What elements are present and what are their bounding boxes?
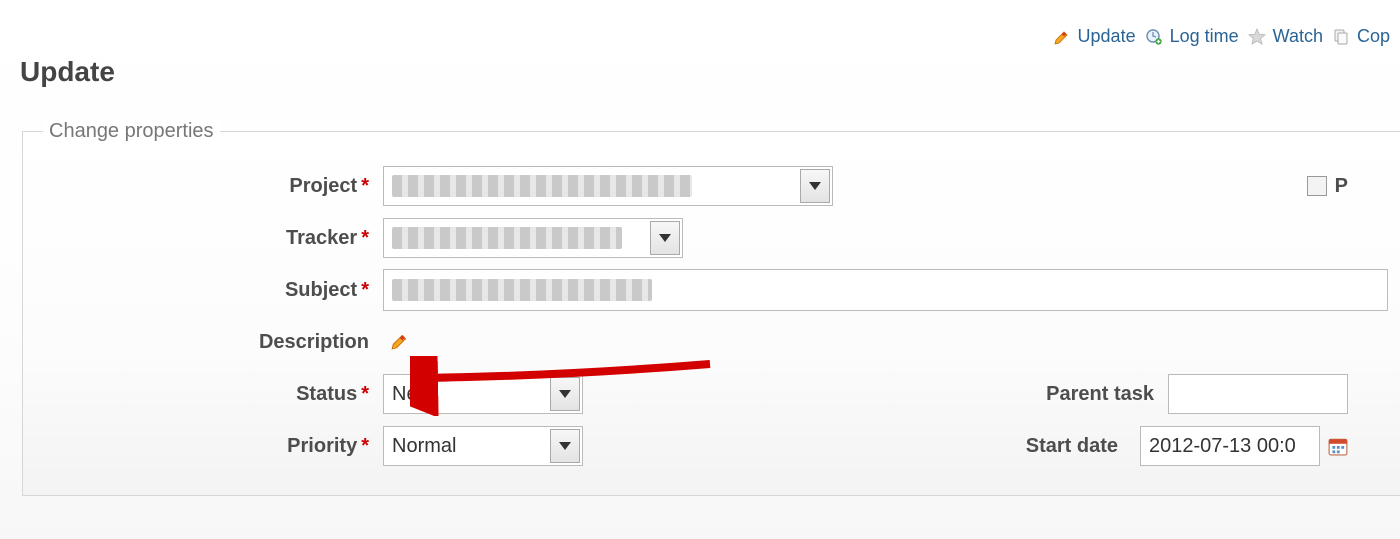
subject-input[interactable] bbox=[383, 269, 1388, 311]
label-description-text: Description bbox=[259, 331, 369, 353]
start-date-input[interactable]: 2012-07-13 00:0 bbox=[1140, 426, 1320, 466]
clock-plus-icon bbox=[1144, 27, 1164, 47]
row-tracker: Tracker* bbox=[43, 215, 1388, 261]
watch-link[interactable]: Watch bbox=[1247, 26, 1323, 47]
project-select-value bbox=[392, 175, 692, 197]
log-time-link[interactable]: Log time bbox=[1144, 26, 1239, 47]
label-priority-text: Priority bbox=[287, 435, 357, 457]
row-status-parent: Status* New Parent task bbox=[43, 371, 1388, 417]
priority-select[interactable]: Normal bbox=[383, 426, 583, 466]
private-checkbox[interactable] bbox=[1307, 176, 1327, 196]
required-star: * bbox=[361, 175, 369, 197]
watch-link-label: Watch bbox=[1273, 26, 1323, 47]
start-date-value: 2012-07-13 00:0 bbox=[1149, 435, 1296, 458]
copy-link-label: Cop bbox=[1357, 26, 1390, 47]
contextual-action-bar: Update Log time Watch bbox=[1052, 26, 1390, 47]
parent-task-chunk: Parent task bbox=[1046, 374, 1388, 414]
edit-description-button[interactable] bbox=[391, 332, 411, 352]
required-star: * bbox=[361, 435, 369, 457]
label-project-text: Project bbox=[289, 175, 357, 197]
label-subject: Subject* bbox=[43, 279, 383, 302]
copy-icon bbox=[1331, 27, 1351, 47]
start-date-chunk: Start date 2012-07-13 00:0 bbox=[1026, 426, 1388, 466]
page-title: Update bbox=[20, 56, 115, 88]
priority-chunk: Priority* Normal bbox=[43, 426, 583, 466]
dropdown-arrow-icon bbox=[550, 429, 580, 463]
dropdown-arrow-icon bbox=[800, 169, 830, 203]
star-icon bbox=[1247, 27, 1267, 47]
log-time-link-label: Log time bbox=[1170, 26, 1239, 47]
tracker-select-value bbox=[392, 227, 622, 249]
project-select[interactable] bbox=[383, 166, 833, 206]
required-star: * bbox=[361, 279, 369, 301]
label-tracker-text: Tracker bbox=[286, 227, 357, 249]
row-priority-startdate: Priority* Normal Start date 2012-07-13 0… bbox=[43, 423, 1388, 469]
private-chunk: P bbox=[1307, 163, 1348, 209]
dropdown-arrow-icon bbox=[550, 377, 580, 411]
required-star: * bbox=[361, 383, 369, 405]
update-link-label: Update bbox=[1078, 26, 1136, 47]
label-status: Status* bbox=[43, 383, 383, 406]
label-start-date: Start date bbox=[1026, 435, 1118, 458]
parent-task-input[interactable] bbox=[1168, 374, 1348, 414]
priority-select-value: Normal bbox=[392, 435, 456, 458]
status-select[interactable]: New bbox=[383, 374, 583, 414]
update-link[interactable]: Update bbox=[1052, 26, 1136, 47]
label-status-text: Status bbox=[296, 383, 357, 405]
status-chunk: Status* New bbox=[43, 374, 583, 414]
calendar-icon[interactable] bbox=[1328, 436, 1348, 456]
dropdown-arrow-icon bbox=[650, 221, 680, 255]
label-subject-text: Subject bbox=[285, 279, 357, 301]
label-description: Description bbox=[43, 331, 383, 354]
row-subject: Subject* bbox=[43, 267, 1388, 313]
tracker-select[interactable] bbox=[383, 218, 683, 258]
row-description: Description bbox=[43, 319, 1388, 365]
change-properties-fieldset: Change properties Project* P Tracker* bbox=[22, 120, 1400, 496]
label-parent-task: Parent task bbox=[1046, 383, 1154, 406]
label-tracker: Tracker* bbox=[43, 227, 383, 250]
required-star: * bbox=[361, 227, 369, 249]
row-project: Project* P bbox=[43, 163, 1388, 209]
subject-input-value bbox=[392, 279, 652, 301]
pencil-icon bbox=[1052, 27, 1072, 47]
status-select-value: New bbox=[392, 383, 432, 406]
private-label: P bbox=[1335, 175, 1348, 198]
label-priority: Priority* bbox=[43, 435, 383, 458]
copy-link[interactable]: Cop bbox=[1331, 26, 1390, 47]
label-project: Project* bbox=[43, 175, 383, 198]
fieldset-legend: Change properties bbox=[43, 120, 220, 143]
page-root: Update Log time Watch bbox=[0, 0, 1400, 539]
